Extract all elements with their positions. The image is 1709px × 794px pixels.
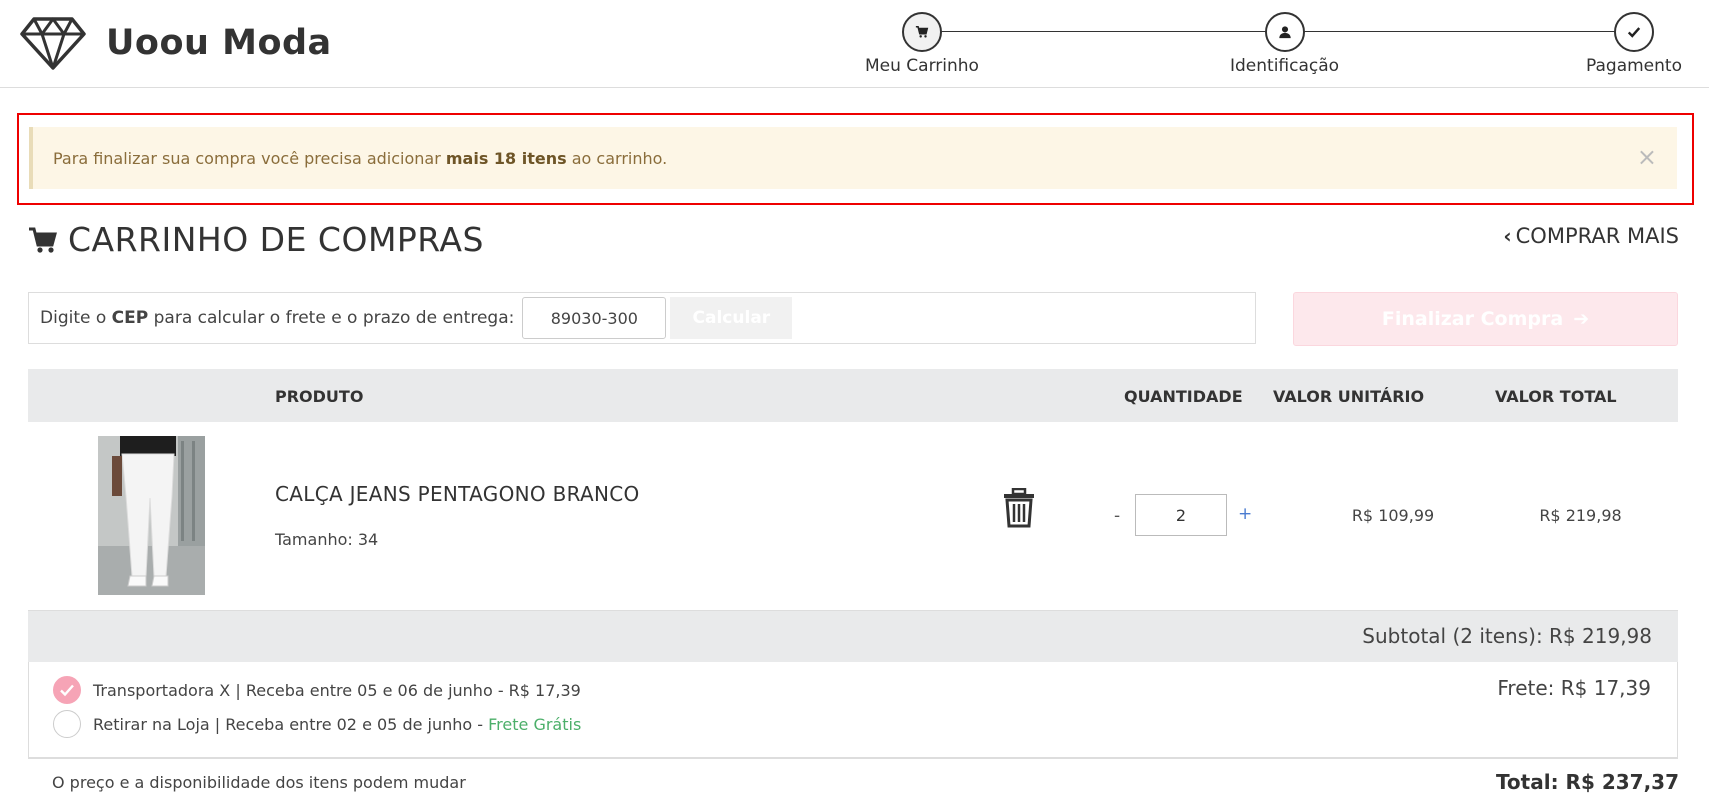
header-quantity: QUANTIDADE [1124,387,1243,406]
step-identification[interactable]: Identificação [1230,12,1339,76]
page-title-text: CARRINHO DE COMPRAS [68,220,484,259]
buy-more-link[interactable]: ‹ COMPRAR MAIS [1503,224,1679,248]
step-cart-circle [901,12,942,52]
header-unit-price: VALOR UNITÁRIO [1273,387,1425,406]
subtotal-bar: Subtotal (2 itens): R$ 219,98 [28,610,1678,662]
quantity-increase-button[interactable]: + [1238,504,1252,524]
shipping-option-carrier[interactable]: Transportadora X | Receba entre 05 e 06 … [53,676,581,704]
cep-input[interactable] [522,297,667,339]
checkout-steps: Meu Carrinho Identificação Pagamento [860,12,1690,78]
shipping-option-carrier-label: Transportadora X | Receba entre 05 e 06 … [93,680,581,700]
buy-more-label: COMPRAR MAIS [1515,224,1679,248]
brand-name: Uoou Moda [106,23,332,63]
subtotal-text: Subtotal (2 itens): R$ 219,98 [1362,624,1652,648]
cart-icon [915,25,929,38]
shipping-option-pickup[interactable]: Retirar na Loja | Receba entre 02 e 05 d… [53,710,581,738]
cart-table-header: PRODUTO QUANTIDADE VALOR UNITÁRIO VALOR … [28,369,1678,422]
header-product: PRODUTO [275,387,364,406]
close-icon[interactable]: × [1637,145,1657,169]
radio-checked[interactable] [53,676,81,704]
free-shipping-label: Frete Grátis [488,714,582,734]
alert-text: Para finalizar sua compra você precisa a… [53,148,668,168]
check-icon [60,684,74,697]
step-identification-label: Identificação [1230,56,1340,76]
cart-item-row: CALÇA JEANS PENTAGONO BRANCO Tamanho: 34… [28,422,1678,610]
radio-unchecked[interactable] [53,710,81,738]
step-payment-circle [1613,12,1654,52]
step-identification-circle [1264,12,1305,52]
step-cart-label: Meu Carrinho [865,56,979,76]
alert-items-count: mais 18 itens [445,148,567,168]
quantity-input[interactable] [1135,494,1227,536]
finalize-label: Finalizar Compra [1381,308,1564,330]
cart-icon [29,227,57,253]
brand-logo[interactable]: Uoou Moda [20,16,332,70]
header-total-price: VALOR TOTAL [1495,387,1617,406]
check-icon [1627,27,1641,38]
finalize-purchase-button[interactable]: Finalizar Compra ➔ [1293,292,1678,346]
alert-highlight-frame: Para finalizar sua compra você precisa a… [17,113,1694,205]
step-payment[interactable]: Pagamento [1586,12,1682,76]
arrow-right-icon: ➔ [1573,308,1590,330]
product-name[interactable]: CALÇA JEANS PENTAGONO BRANCO [275,482,640,506]
site-header: Uoou Moda Meu Carrinho Identificação Pag… [0,0,1709,88]
shipping-calculator: Digite o CEP para calcular o frete e o p… [28,292,1256,344]
cep-label: Digite o CEP para calcular o frete e o p… [40,308,515,328]
product-size: Tamanho: 34 [275,530,379,549]
shipping-options: Transportadora X | Receba entre 05 e 06 … [28,662,1678,758]
price-disclaimer: O preço e a disponibilidade dos itens po… [52,773,466,792]
order-total: Total: R$ 237,37 [1495,770,1679,794]
calculate-button[interactable]: Calcular [670,297,793,339]
item-total-price: R$ 219,98 [1539,506,1622,525]
shipping-cost: Frete: R$ 17,39 [1497,676,1651,700]
diamond-icon [20,17,86,70]
step-cart[interactable]: Meu Carrinho [865,12,979,76]
step-payment-label: Pagamento [1586,56,1682,76]
unit-price: R$ 109,99 [1351,506,1435,525]
product-image[interactable] [98,436,205,595]
min-items-alert: Para finalizar sua compra você precisa a… [29,127,1677,189]
divider [28,758,1678,759]
quantity-decrease-button[interactable]: - [1114,506,1120,526]
shipping-option-pickup-label: Retirar na Loja | Receba entre 02 e 05 d… [93,714,582,734]
chevron-left-icon: ‹ [1503,224,1512,248]
page-title: CARRINHO DE COMPRAS [28,220,484,259]
user-icon [1278,26,1291,39]
trash-icon[interactable] [1002,488,1036,528]
